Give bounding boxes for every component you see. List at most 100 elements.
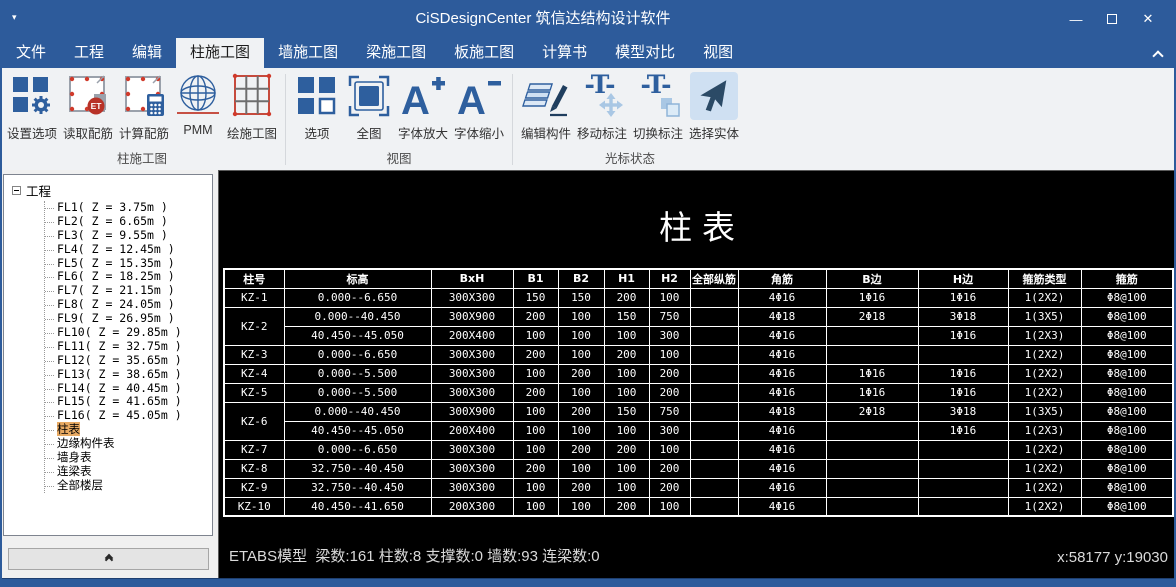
table-cell: 150 [558,288,604,307]
tree-item-FL7( Z = 21.15m )[interactable]: FL7( Z = 21.15m ) [45,284,212,298]
table-cell [918,497,1008,516]
column-id-cell: KZ-1 [224,288,284,307]
ribbon-button-编辑构件[interactable]: 编辑构件 [518,72,574,142]
tree-item-FL10( Z = 29.85m )[interactable]: FL10( Z = 29.85m ) [45,326,212,340]
menu-tab-梁施工图[interactable]: 梁施工图 [352,38,440,68]
table-cell: 1Φ16 [918,421,1008,440]
column-id-cell: KZ-6 [224,402,284,440]
menu-tab-视图[interactable]: 视图 [689,38,747,68]
menu-tab-编辑[interactable]: 编辑 [118,38,176,68]
menu-tab-柱施工图[interactable]: 柱施工图 [176,38,264,68]
tree-item-柱表[interactable]: 柱表 [45,423,212,437]
ribbon-button-label: 计算配筋 [119,123,169,142]
tree-item-FL8( Z = 24.05m )[interactable]: FL8( Z = 24.05m ) [45,298,212,312]
ribbon-button-切换标注[interactable]: -T-切换标注 [630,72,686,142]
table-cell: 100 [513,440,558,459]
ribbon-button-字体缩小[interactable]: A字体缩小 [451,72,507,142]
table-cell: 200 [513,307,558,326]
tree-item-墙身表[interactable]: 墙身表 [45,451,212,465]
tree-item-label: 连梁表 [57,464,92,478]
table-cell: 1Φ16 [826,383,918,402]
tree-item-边缘构件表[interactable]: 边缘构件表 [45,437,212,451]
table-cell: 100 [558,421,604,440]
table-cell: 100 [513,497,558,516]
table-cell [690,459,738,478]
tree-item-FL14( Z = 40.45m )[interactable]: FL14( Z = 40.45m ) [45,382,212,396]
table-header-cell: H1 [604,269,649,288]
drawing-canvas[interactable]: 柱表 柱号标高BxHB1B2H1H2全部纵筋角筋B边H边箍筋类型箍筋 KZ-10… [218,170,1176,578]
ribbon-collapse-button[interactable] [1154,52,1164,62]
move-annotation-icon: -T- [578,72,626,120]
font-decrease-icon: A [455,72,503,120]
tree-item-连梁表[interactable]: 连梁表 [45,465,212,479]
table-cell: 300X300 [431,459,513,478]
tree-item-FL6( Z = 18.25m )[interactable]: FL6( Z = 18.25m ) [45,270,212,284]
tree-item-label: FL15( Z = 41.65m ) [57,394,182,408]
table-header-cell: BxH [431,269,513,288]
column-id-cell: KZ-3 [224,345,284,364]
ribbon-button-全图[interactable]: 全图 [343,72,395,142]
tree-item-label: 边缘构件表 [57,436,115,450]
project-tree-panel[interactable]: 工程 FL1( Z = 3.75m )FL2( Z = 6.65m )FL3( … [3,174,213,536]
table-cell [690,402,738,421]
table-cell: 200X300 [431,497,513,516]
tree-item-FL1( Z = 3.75m )[interactable]: FL1( Z = 3.75m ) [45,201,212,215]
menu-tab-工程[interactable]: 工程 [60,38,118,68]
table-header-cell: B边 [826,269,918,288]
table-cell: 200 [649,383,690,402]
tree-item-FL12( Z = 35.65m )[interactable]: FL12( Z = 35.65m ) [45,354,212,368]
table-cell: 0.000--6.650 [284,440,431,459]
table-cell: 1(3X5) [1008,402,1081,421]
tree-root-project[interactable]: 工程 [12,181,212,200]
table-cell: 3Φ18 [918,307,1008,326]
ribbon-button-PMM[interactable]: PMM [172,72,224,137]
tree-item-FL3( Z = 9.55m )[interactable]: FL3( Z = 9.55m ) [45,229,212,243]
ribbon-button-label: 设置选项 [7,123,57,142]
table-cell: 0.000--40.450 [284,307,431,326]
table-cell: 4Φ16 [738,383,826,402]
table-cell: 200 [558,440,604,459]
tree-collapse-box-icon[interactable] [12,186,21,195]
ribbon-button-绘施工图[interactable]: 绘施工图 [224,72,280,142]
table-cell: 32.750--40.450 [284,478,431,497]
ribbon-button-选择实体[interactable]: 选择实体 [686,72,742,142]
ribbon-group-视图: 选项全图A字体放大A字体缩小视图 [287,68,511,170]
tree-item-FL15( Z = 41.65m )[interactable]: FL15( Z = 41.65m ) [45,395,212,409]
table-cell: 200X400 [431,326,513,345]
tree-item-FL13( Z = 38.65m )[interactable]: FL13( Z = 38.65m ) [45,368,212,382]
menu-tab-板施工图[interactable]: 板施工图 [440,38,528,68]
table-cell: 200 [604,497,649,516]
table-cell: 100 [558,459,604,478]
tree-item-FL9( Z = 26.95m )[interactable]: FL9( Z = 26.95m ) [45,312,212,326]
minimize-button[interactable]: — [1058,0,1094,38]
close-button[interactable]: ✕ [1130,0,1166,38]
tree-item-FL4( Z = 12.45m )[interactable]: FL4( Z = 12.45m ) [45,243,212,257]
menu-tab-计算书[interactable]: 计算书 [528,38,601,68]
table-cell [690,345,738,364]
ribbon-button-选项[interactable]: 选项 [291,72,343,142]
tree-item-label: FL13( Z = 38.65m ) [57,367,182,381]
menu-tab-墙施工图[interactable]: 墙施工图 [264,38,352,68]
edit-member-pencil-icon [522,72,570,120]
table-cell: 300X300 [431,345,513,364]
tree-item-FL11( Z = 32.75m )[interactable]: FL11( Z = 32.75m ) [45,340,212,354]
menu-tab-文件[interactable]: 文件 [2,38,60,68]
ribbon-button-移动标注[interactable]: -T-移动标注 [574,72,630,142]
tree-item-FL5( Z = 15.35m )[interactable]: FL5( Z = 15.35m ) [45,257,212,271]
tree-item-全部楼层[interactable]: 全部楼层 [45,479,212,493]
sidebar-collapse-button[interactable] [8,548,209,570]
ribbon-button-字体放大[interactable]: A字体放大 [395,72,451,142]
settings-squares-gear-icon [8,72,56,120]
ribbon-button-读取配筋[interactable]: ET读取配筋 [60,72,116,142]
ribbon-button-计算配筋[interactable]: 计算配筋 [116,72,172,142]
tree-item-FL2( Z = 6.65m )[interactable]: FL2( Z = 6.65m ) [45,215,212,229]
tree-item-label: 柱表 [57,422,80,436]
menu-tab-模型对比[interactable]: 模型对比 [601,38,689,68]
table-cell: 300X900 [431,307,513,326]
table-cell: 0.000--6.650 [284,288,431,307]
tree-item-FL16( Z = 45.05m )[interactable]: FL16( Z = 45.05m ) [45,409,212,423]
ribbon-group-separator [512,74,513,165]
table-cell: 1Φ16 [918,326,1008,345]
maximize-button[interactable] [1094,0,1130,38]
ribbon-button-设置选项[interactable]: 设置选项 [4,72,60,142]
